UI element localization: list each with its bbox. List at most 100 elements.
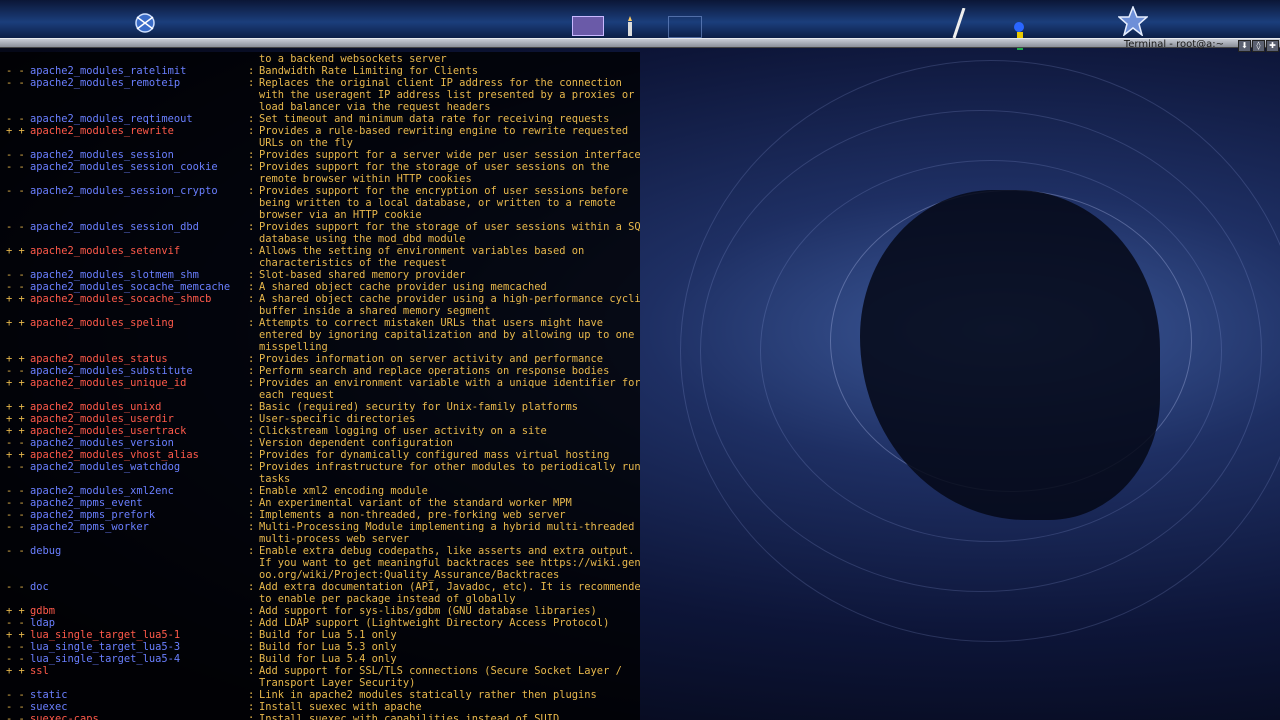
use-flag-description: User-specific directories [259, 413, 416, 425]
use-flag-state: - - [6, 161, 25, 173]
terminal-line: to a backend websockets server [0, 53, 640, 65]
separator: : [248, 77, 255, 89]
terminal-line: + + gdbm: Add support for sys-libs/gdbm (G… [0, 605, 640, 617]
close-button[interactable]: ✚ [1266, 40, 1279, 52]
use-flag-state: - - [6, 521, 25, 533]
terminal-window[interactable]: to a backend websockets server - - apache2… [0, 52, 640, 720]
use-flag-description: Provides information on server activity … [259, 353, 604, 365]
use-flag-state: - - [6, 65, 25, 77]
use-flag-name: apache2_modules_version [30, 437, 174, 449]
terminal-line: misspelling [0, 341, 640, 353]
use-flag-state: + + [6, 353, 25, 365]
use-flag-state: - - [6, 269, 25, 281]
separator: : [248, 377, 255, 389]
use-flag-description: Set timeout and minimum data rate for re… [259, 113, 610, 125]
separator: : [248, 641, 255, 653]
dock-empty-slot[interactable] [668, 16, 702, 38]
use-flag-name: ssl [30, 665, 49, 677]
terminal-line: entered by ignoring capitalization and b… [0, 329, 640, 341]
minimize-button[interactable]: ⬇ [1238, 40, 1251, 52]
use-flag-name: apache2_modules_rewrite [30, 125, 174, 137]
use-flag-name: apache2_modules_watchdog [30, 461, 181, 473]
use-flag-description: Provides support for a server wide per u… [259, 149, 640, 161]
dock-file-icon[interactable] [625, 16, 635, 36]
separator: : [248, 545, 255, 557]
dock-star-icon[interactable] [1118, 6, 1148, 36]
terminal-line: - - suexec-caps: Install suexec with capab… [0, 713, 640, 720]
terminal-line: Transport Layer Security) [0, 677, 640, 689]
dock-brush-icon[interactable] [950, 8, 966, 40]
use-flag-name: apache2_modules_ratelimit [30, 65, 187, 77]
use-flag-state: - - [6, 545, 25, 557]
use-flag-description: browser via an HTTP cookie [259, 209, 422, 221]
terminal-line: - - apache2_modules_session_crypto: Provid… [0, 185, 640, 197]
terminal-line: - - apache2_modules_slotmem_shm: Slot-base… [0, 269, 640, 281]
use-flag-state: - - [6, 185, 25, 197]
separator: : [248, 221, 255, 233]
separator: : [248, 293, 255, 305]
terminal-line: URLs on the fly [0, 137, 640, 149]
use-flag-state: + + [6, 317, 25, 329]
separator: : [248, 125, 255, 137]
use-flag-state: - - [6, 77, 25, 89]
use-flag-state: - - [6, 641, 25, 653]
use-flag-name: apache2_modules_status [30, 353, 168, 365]
separator: : [248, 149, 255, 161]
separator: : [248, 665, 255, 677]
use-flag-name: gdbm [30, 605, 56, 617]
use-flag-name: apache2_mpms_worker [30, 521, 149, 533]
use-flag-description: Build for Lua 5.4 only [259, 653, 397, 665]
use-flag-state: - - [6, 149, 25, 161]
use-flag-state: + + [6, 629, 25, 641]
use-flag-name: lua_single_target_lua5-4 [30, 653, 181, 665]
terminal-line: + + apache2_modules_unixd: Basic (required… [0, 401, 640, 413]
terminal-line: + + apache2_modules_unique_id: Provides an… [0, 377, 640, 389]
use-flag-name: apache2_modules_slotmem_shm [30, 269, 199, 281]
terminal-line: + + apache2_modules_setenvif: Allows the s… [0, 245, 640, 257]
maximize-button[interactable]: ◊ [1252, 40, 1265, 52]
use-flag-name: doc [30, 581, 49, 593]
terminal-line: tasks [0, 473, 640, 485]
separator: : [248, 509, 255, 521]
terminal-line: being written to a local database, or wr… [0, 197, 640, 209]
dock-image-viewer-icon[interactable] [572, 16, 604, 36]
use-flag-description: Transport Layer Security) [259, 677, 416, 689]
use-flag-name: apache2_modules_usertrack [30, 425, 187, 437]
terminal-line: - - doc: Add extra documentation (API, Jav… [0, 581, 640, 593]
separator: : [248, 701, 255, 713]
terminal-line: + + apache2_modules_socache_shmcb: A share… [0, 293, 640, 305]
use-flag-description: buffer inside a shared memory segment [259, 305, 491, 317]
terminal-line: multi-process web server [0, 533, 640, 545]
use-flag-description: Clickstream logging of user activity on … [259, 425, 547, 437]
terminal-line: - - apache2_mpms_worker: Multi-Processing … [0, 521, 640, 533]
use-flag-description: Add extra documentation (API, Javadoc, e… [259, 581, 640, 593]
top-dock-bar [0, 0, 1280, 50]
use-flag-name: apache2_modules_socache_memcache [30, 281, 231, 293]
use-flag-name: apache2_mpms_event [30, 497, 143, 509]
terminal-line: - - lua_single_target_lua5-3: Build for Lu… [0, 641, 640, 653]
use-flag-description: multi-process web server [259, 533, 410, 545]
dock-app-icon[interactable] [130, 10, 160, 36]
separator: : [248, 617, 255, 629]
terminal-line: - - apache2_modules_substitute: Perform se… [0, 365, 640, 377]
use-flag-description: Attempts to correct mistaken URLs that u… [259, 317, 604, 329]
terminal-line: - - apache2_modules_version: Version depen… [0, 437, 640, 449]
separator: : [248, 497, 255, 509]
star-icon [1118, 6, 1148, 36]
use-flag-description: with the useragent IP address list prese… [259, 89, 640, 101]
separator: : [248, 521, 255, 533]
use-flag-description: Basic (required) security for Unix-famil… [259, 401, 579, 413]
use-flag-state: + + [6, 665, 25, 677]
terminal-line: browser via an HTTP cookie [0, 209, 640, 221]
use-flag-name: apache2_mpms_prefork [30, 509, 156, 521]
use-flag-description: Multi-Processing Module implementing a h… [259, 521, 635, 533]
emblem-icon [135, 13, 155, 33]
use-flag-name: apache2_modules_session [30, 149, 174, 161]
use-flag-description: Provides an environment variable with a … [259, 377, 640, 389]
brush-icon [952, 8, 966, 39]
terminal-line: - - apache2_modules_ratelimit: Bandwidth R… [0, 65, 640, 77]
separator: : [248, 365, 255, 377]
use-flag-description: Provides infrastructure for other module… [259, 461, 640, 473]
window-title[interactable]: Terminal - root@a:~ [1124, 39, 1224, 51]
separator: : [248, 461, 255, 473]
